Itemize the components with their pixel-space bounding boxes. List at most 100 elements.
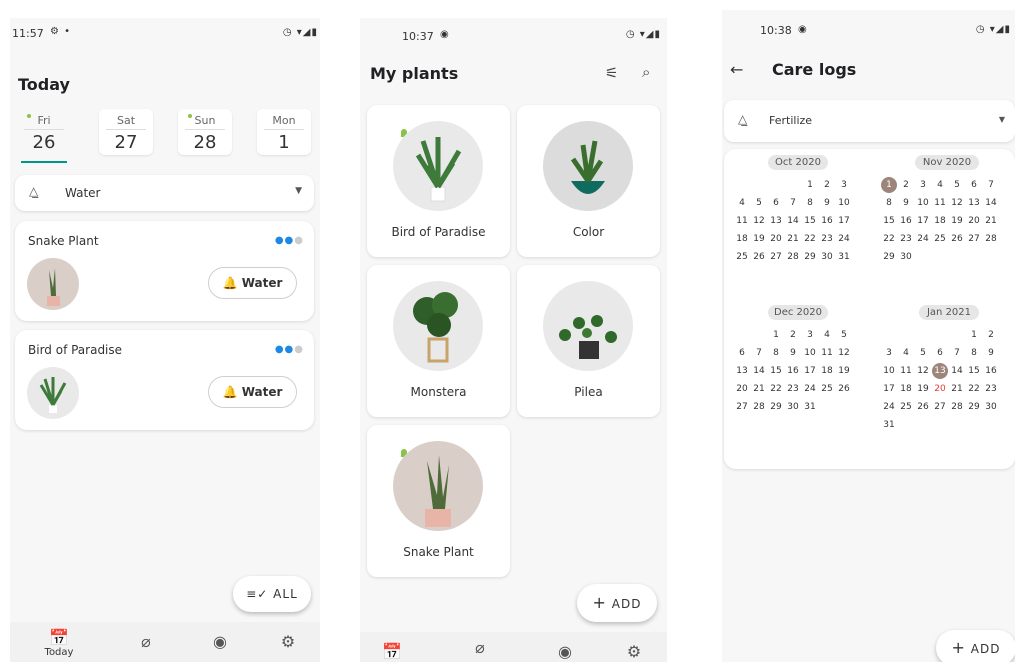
filter-all-fab[interactable]: ≡✓ ALL [233,576,311,612]
task-card-bird-of-paradise[interactable]: Bird of Paradise ●●● 🔔 Water [15,330,314,430]
plant-avatar [27,367,79,419]
status-icons: ◷ ▾◢▮ [625,29,661,40]
chevron-down-icon: ▼ [998,115,1005,124]
month-label: Jan 2021 [919,305,979,320]
plant-photo [543,281,633,371]
bottom-navigation: 📅 Today ⌀ ◉ ⚙ [10,622,320,662]
care-type-dropdown[interactable]: △̲ Water ▼ [15,175,314,211]
day-name: Sat [116,114,136,127]
bottom-navigation: 📅 ⌀ ◉ ⚙ [360,632,667,662]
plant-card-snake-plant[interactable]: Snake Plant [367,425,510,577]
tune-icon[interactable]: ⚟ [605,64,618,82]
back-arrow-icon[interactable]: ← [730,60,743,79]
chevron-down-icon: ▼ [295,186,302,196]
month-label: Dec 2020 [768,305,828,320]
status-icons: ◷ ▾◢▮ [975,24,1011,35]
water-button-label: Water [241,276,283,290]
water-button[interactable]: 🔔 Water [208,376,297,408]
day-number: 26 [24,129,64,153]
plant-name: Pilea [574,385,603,399]
day-sat[interactable]: Sat 27 [99,109,153,155]
leaf-icon[interactable]: ⌀ [460,638,500,657]
water-button[interactable]: 🔔 Water [208,267,297,299]
day-name: Mon [272,114,296,127]
today-day[interactable]: 20 [932,381,948,397]
nav-today-label: Today [44,647,74,658]
plant-photo [393,121,483,211]
filter-list-icon: ≡✓ [246,587,269,601]
bell-icon: 🔔 [222,385,238,399]
globe-icon[interactable]: ◉ [200,632,240,651]
status-icons: ◷ ▾◢▮ [282,27,318,38]
search-icon[interactable]: ⌕ [642,63,650,81]
shapes-icon: △̲ [29,184,39,198]
plant-card-pilea[interactable]: Pilea [517,265,660,417]
selected-indicator [21,161,67,163]
leaf-icon[interactable]: ⌀ [126,632,166,651]
status-bar: 11:57 ⚙ • ◷ ▾◢▮ [10,18,320,48]
status-time: 10:38 [760,24,792,37]
task-plant-name: Snake Plant [28,234,99,248]
bell-icon: 🔔 [222,276,238,290]
day-sun[interactable]: Sun 28 [178,109,232,155]
page-title: Care logs [772,60,857,79]
water-level-icon: ●●● [274,235,304,246]
logged-day[interactable]: 1 [881,177,897,193]
gear-icon[interactable]: ⚙ [268,632,308,651]
gear-icon[interactable]: ⚙ [614,642,654,661]
day-number: 28 [185,129,225,153]
day-number: 1 [264,129,304,153]
shapes-icon: △̲ [738,112,748,126]
settings-status-icon: ⚙ • [50,26,72,37]
day-number: 27 [106,129,146,153]
my-plants-screen: 10:37 ◉ ◷ ▾◢▮ My plants ⚟ ⌕ Bird of Para… [360,18,667,662]
month-days: 12345 6 7 8 9 10 11 12 13 14 15 16 17 18 19 20 21 22 23… [736,330,850,412]
fab-label: ADD [970,642,1001,656]
care-type-dropdown[interactable]: △̲ Fertilize ▼ [724,100,1015,142]
day-mon[interactable]: Mon 1 [257,109,311,155]
add-plant-fab[interactable]: + ADD [577,584,657,622]
plant-photo [393,281,483,371]
dropdown-value: Water [65,186,101,200]
month-days: 1234567 8 9 10 11 12 13 14 15 16 17 18 19 20 21 22 23… [881,177,1000,267]
plant-name: Bird of Paradise [391,225,486,239]
care-logs-screen: 10:38 ◉ ◷ ▾◢▮ ← Care logs △̲ Fertilize ▼… [722,10,1015,662]
month-label: Oct 2020 [768,155,828,170]
month-days: 123 4 5 6 7 8 9 10 11 12 13 14 15 16 17 18 19 20 21 22 23… [736,180,850,262]
plant-avatar [27,258,79,310]
status-bar: 10:37 ◉ ◷ ▾◢▮ [360,18,667,48]
add-log-fab[interactable]: + ADD [936,630,1015,662]
calendar-icon: 📅 [49,628,69,647]
plant-card-color[interactable]: Color [517,105,660,257]
status-bar: 10:38 ◉ ◷ ▾◢▮ [722,10,1015,40]
status-time: 10:37 [402,30,434,43]
status-time: 11:57 [12,27,44,40]
page-title: My plants [370,64,459,83]
plant-name: Color [572,225,605,239]
fab-label: ADD [611,597,642,611]
calendar-card: Oct 2020 123 4 5 6 7 8 9 10 11 12 13 14 15 16 17 18 1… [724,149,1015,469]
nav-today[interactable]: 📅 Today [39,628,79,658]
task-dot-icon [188,114,192,118]
logged-day[interactable]: 13 [932,363,948,379]
dropdown-value: Fertilize [769,114,813,127]
plant-card-bird-of-paradise[interactable]: Bird of Paradise [367,105,510,257]
app-status-icon: ◉ [798,24,808,35]
plant-photo [393,441,483,531]
day-name: Fri [37,114,51,127]
plus-icon: + [592,593,607,612]
plant-photo [543,121,633,211]
task-card-snake-plant[interactable]: Snake Plant ●●● 🔔 Water [15,221,314,321]
today-screen: 11:57 ⚙ • ◷ ▾◢▮ Today Fri 26 Sat 27 Sun … [10,18,320,662]
plant-name: Snake Plant [403,545,474,559]
month-label: Nov 2020 [915,155,979,170]
plus-icon: + [951,638,966,657]
globe-icon[interactable]: ◉ [545,642,585,661]
water-level-icon: ●●● [274,344,304,355]
plant-card-monstera[interactable]: Monstera [367,265,510,417]
calendar-icon[interactable]: 📅 [372,642,412,661]
day-fri[interactable]: Fri 26 [17,109,71,163]
water-button-label: Water [241,385,283,399]
fab-label: ALL [273,587,298,601]
task-plant-name: Bird of Paradise [28,343,123,357]
